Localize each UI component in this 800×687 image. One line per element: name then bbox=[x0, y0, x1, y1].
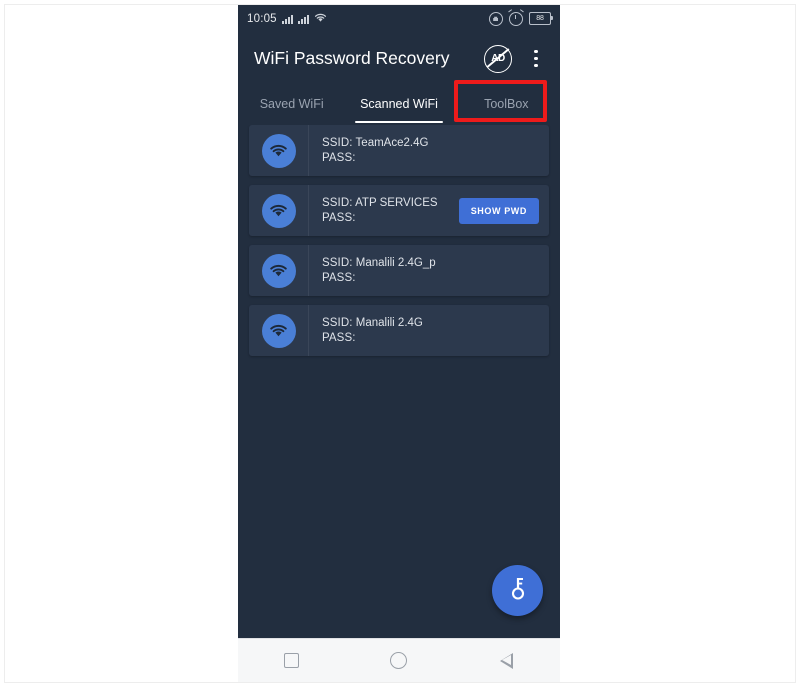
ssid-label: SSID: bbox=[322, 316, 353, 329]
home-button[interactable] bbox=[369, 639, 429, 682]
show-pwd-button[interactable]: SHOW PWD bbox=[458, 197, 539, 224]
tab-label: Scanned WiFi bbox=[360, 97, 438, 111]
ssid-value: Manalili 2.4G bbox=[355, 316, 423, 329]
status-bar: 10:05 88 bbox=[238, 5, 560, 32]
recents-button[interactable] bbox=[262, 639, 322, 682]
android-nav-bar bbox=[238, 638, 560, 682]
wifi-signal-icon bbox=[261, 193, 296, 228]
phone-screen: 10:05 88 WiFi Password Recovery AD Saved… bbox=[238, 5, 560, 682]
rotation-lock-icon bbox=[489, 11, 503, 26]
back-button[interactable] bbox=[476, 639, 536, 682]
battery-level: 88 bbox=[536, 15, 544, 22]
no-ads-label: AD bbox=[491, 53, 505, 64]
screenshot-page: 10:05 88 WiFi Password Recovery AD Saved… bbox=[0, 0, 800, 687]
pass-label: PASS: bbox=[322, 151, 356, 164]
home-circle-icon bbox=[390, 652, 408, 669]
pass-label: PASS: bbox=[322, 271, 356, 284]
wifi-info: SSID: TeamAce2.4G PASS: bbox=[309, 136, 549, 166]
table-row[interactable]: SSID: Manalili 2.4G PASS: bbox=[249, 305, 549, 356]
tab-active-indicator bbox=[354, 120, 443, 123]
ssid-value: ATP SERVICES bbox=[355, 196, 438, 209]
key-fab-button[interactable] bbox=[492, 565, 543, 616]
wifi-icon-cell bbox=[249, 245, 309, 296]
wifi-signal-icon bbox=[261, 253, 296, 288]
wifi-icon-cell bbox=[249, 185, 309, 236]
pass-label: PASS: bbox=[322, 211, 356, 224]
wifi-icon-cell bbox=[249, 125, 309, 176]
page-title: WiFi Password Recovery bbox=[254, 48, 450, 68]
tab-label: Saved WiFi bbox=[259, 97, 324, 111]
ssid-value: TeamAce2.4G bbox=[355, 136, 429, 149]
table-row[interactable]: SSID: Manalili 2.4G_p PASS: bbox=[249, 245, 549, 296]
table-row[interactable]: SSID: TeamAce2.4G PASS: bbox=[249, 125, 549, 176]
wifi-signal-icon bbox=[261, 133, 296, 168]
overflow-menu-icon[interactable] bbox=[526, 46, 546, 72]
ssid-label: SSID: bbox=[322, 256, 353, 269]
tab-toolbox[interactable]: ToolBox bbox=[453, 85, 560, 123]
scanned-wifi-list[interactable]: SSID: TeamAce2.4G PASS: SSID: ATP SERVIC… bbox=[238, 125, 560, 633]
status-time: 10:05 bbox=[247, 12, 277, 25]
wifi-info: SSID: Manalili 2.4G PASS: bbox=[309, 316, 549, 346]
tab-scanned-wifi[interactable]: Scanned WiFi bbox=[345, 85, 452, 123]
wifi-icon-cell bbox=[249, 305, 309, 356]
wifi-info: SSID: Manalili 2.4G_p PASS: bbox=[309, 256, 549, 286]
ssid-label: SSID: bbox=[322, 136, 353, 149]
signal-bars-icon-2 bbox=[297, 14, 309, 24]
signal-bars-icon bbox=[281, 14, 293, 24]
wifi-icon bbox=[314, 10, 327, 28]
tab-bar: Saved WiFi Scanned WiFi ToolBox bbox=[238, 85, 560, 123]
status-bar-left: 10:05 bbox=[247, 10, 327, 28]
no-ads-icon[interactable]: AD bbox=[484, 44, 512, 73]
key-icon bbox=[507, 575, 529, 606]
app-bar: WiFi Password Recovery AD bbox=[238, 32, 560, 85]
tab-label: ToolBox bbox=[484, 97, 529, 111]
table-row[interactable]: SSID: ATP SERVICES PASS: SHOW PWD bbox=[249, 185, 549, 236]
battery-icon: 88 bbox=[529, 12, 553, 25]
ssid-label: SSID: bbox=[322, 196, 353, 209]
back-triangle-icon bbox=[499, 652, 513, 669]
alarm-clock-icon bbox=[509, 11, 523, 26]
pass-label: PASS: bbox=[322, 331, 356, 344]
recents-square-icon bbox=[284, 653, 300, 668]
wifi-info: SSID: ATP SERVICES PASS: bbox=[309, 196, 459, 226]
tab-saved-wifi[interactable]: Saved WiFi bbox=[238, 85, 345, 123]
ssid-value: Manalili 2.4G_p bbox=[355, 256, 436, 269]
status-bar-right: 88 bbox=[489, 11, 553, 26]
wifi-signal-icon bbox=[261, 313, 296, 348]
